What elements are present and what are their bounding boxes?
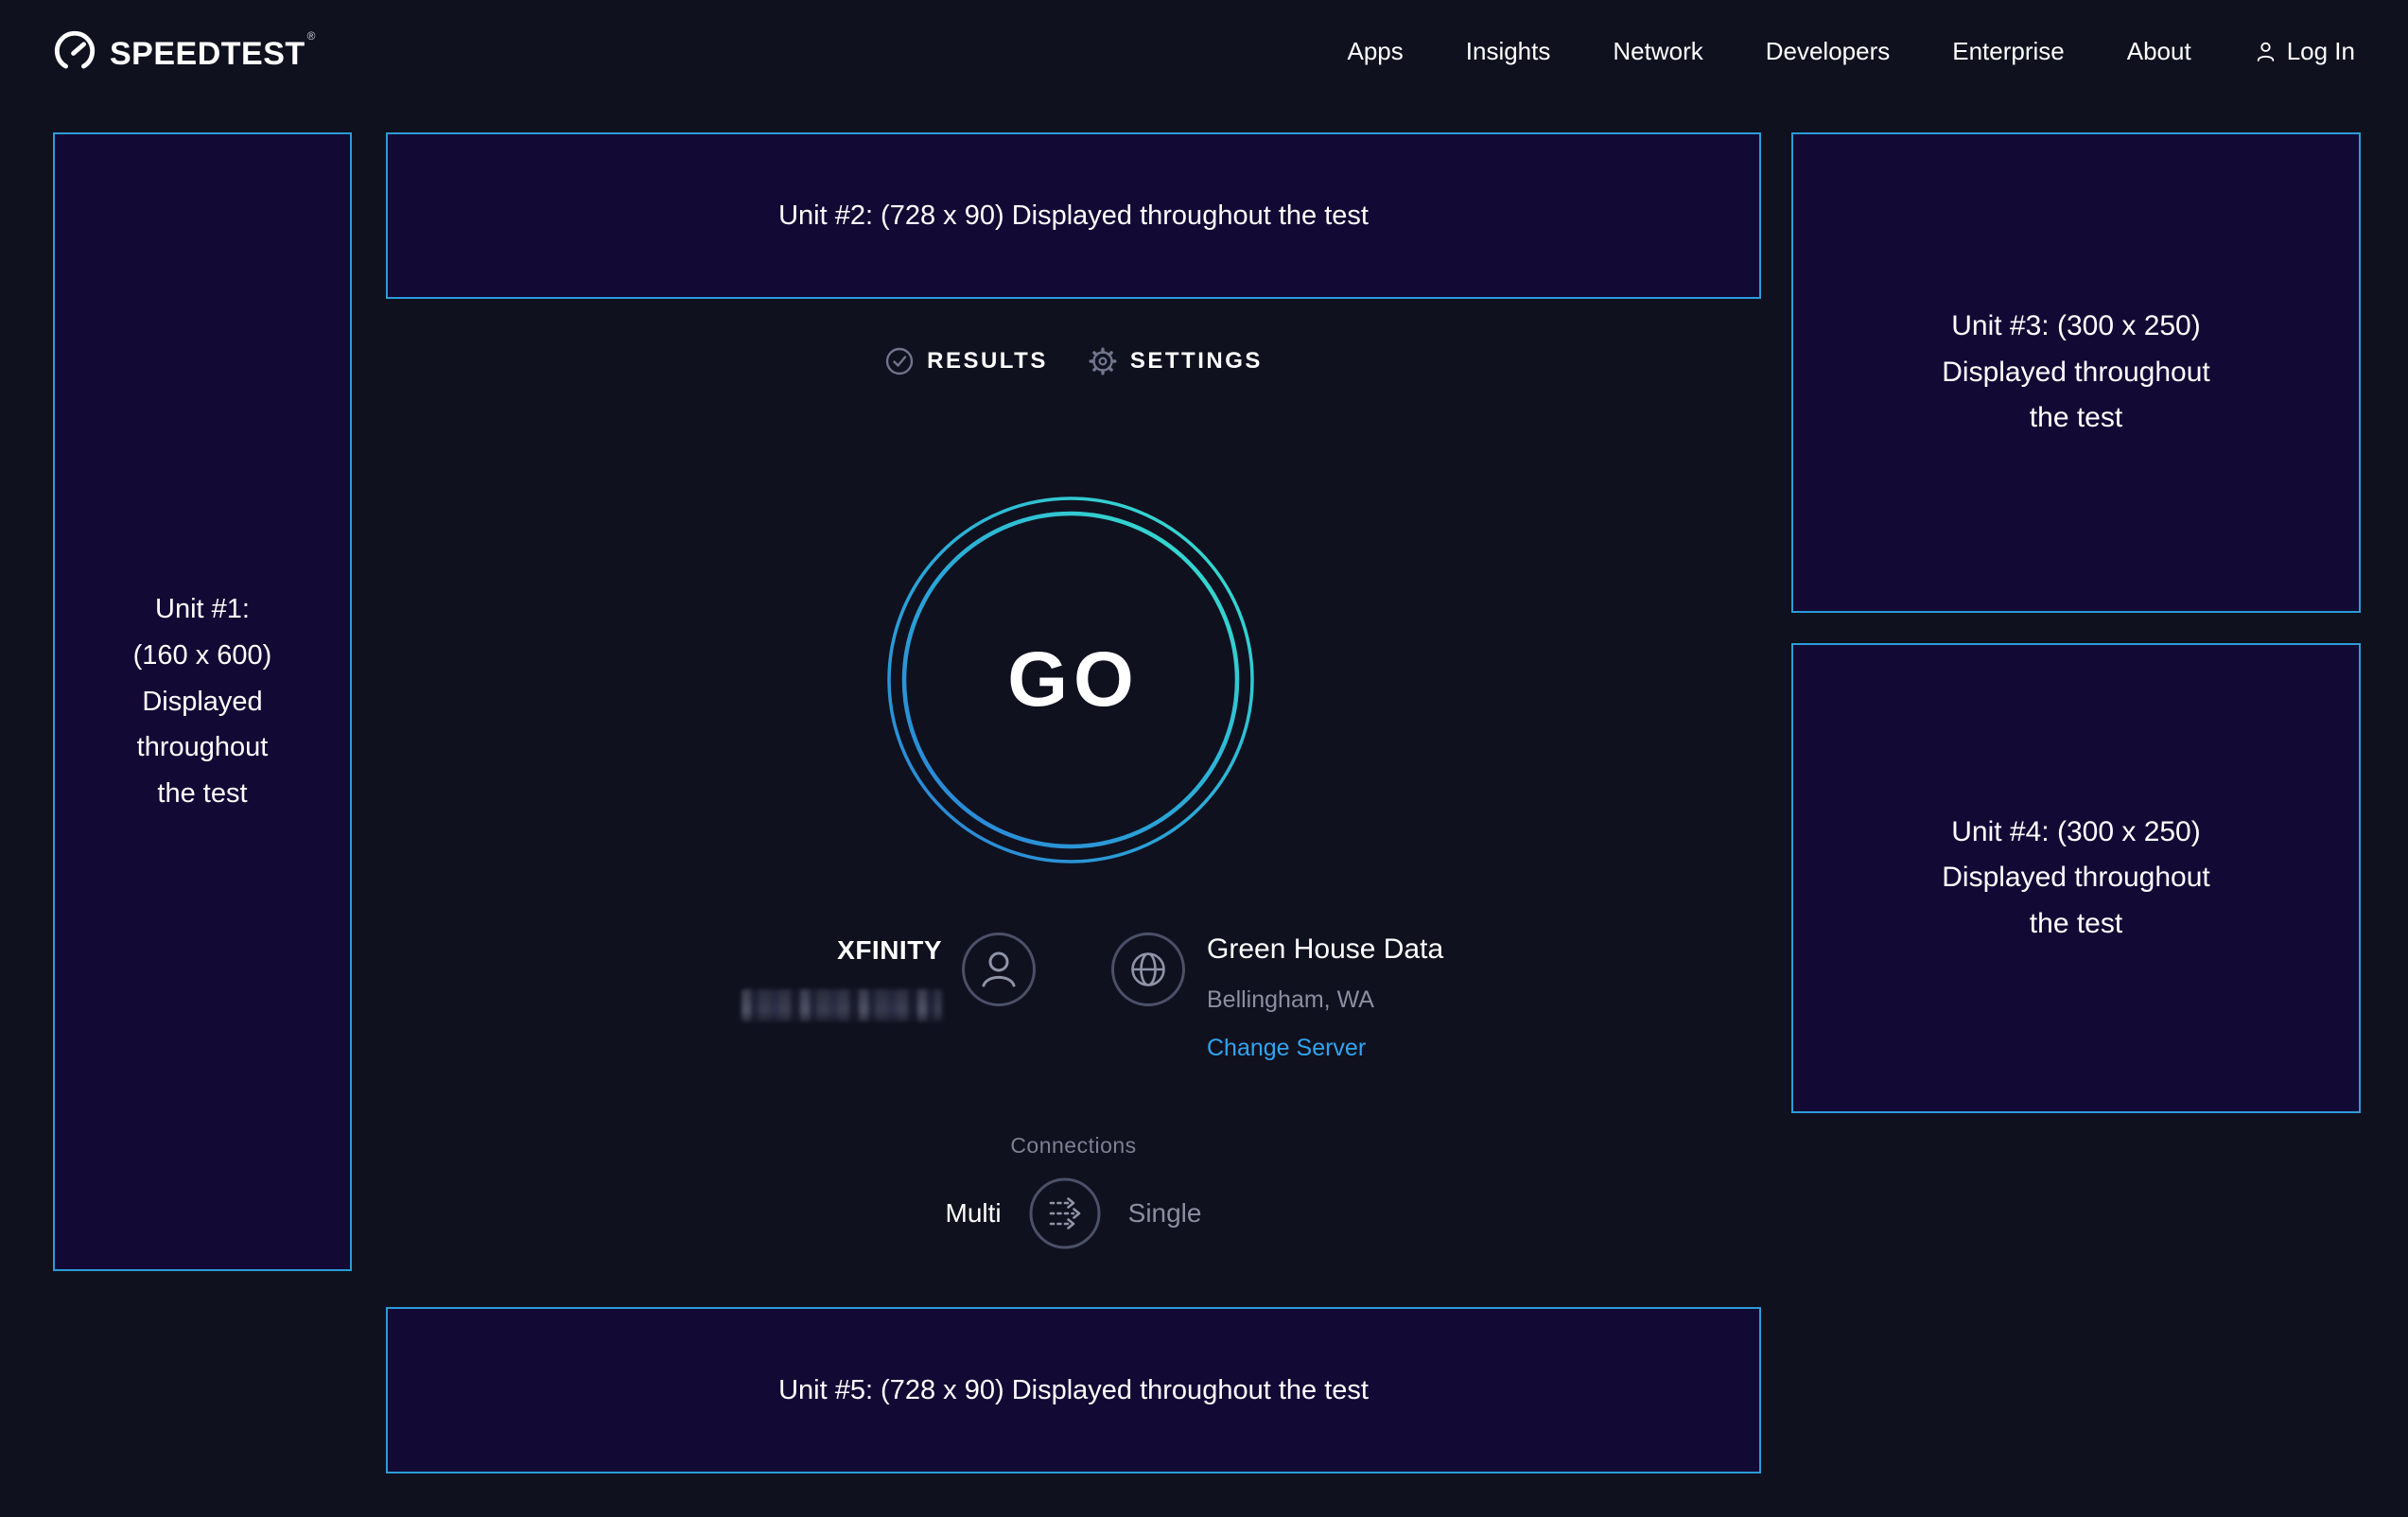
login-label: Log In	[2287, 37, 2355, 66]
server-name: Green House Data	[1207, 933, 1443, 966]
ad-unit-2[interactable]: Unit #2: (728 x 90) Displayed throughout…	[386, 132, 1761, 299]
connections-multi-option[interactable]: Multi	[946, 1198, 1002, 1229]
isp-name: XFINITY	[837, 935, 942, 966]
ad-unit-1-text: Unit #1: (160 x 600) Displayed throughou…	[133, 586, 272, 817]
connection-info-row: XFINITY Green Hous	[386, 922, 1761, 1062]
ad-unit-4-text: Unit #4: (300 x 250) Displayed throughou…	[1942, 810, 2210, 948]
server-location: Bellingham, WA	[1207, 986, 1374, 1014]
nav-item-developers[interactable]: Developers	[1766, 37, 1891, 66]
isp-block: XFINITY	[386, 922, 1073, 1062]
globe-icon	[1110, 932, 1186, 1062]
nav-item-about[interactable]: About	[2127, 37, 2191, 66]
go-button-label: GO	[1002, 636, 1140, 724]
primary-nav: Apps Insights Network Developers Enterpr…	[1348, 37, 2356, 66]
connections-toggle-icon[interactable]	[1028, 1177, 1102, 1250]
speedtest-page: SPEEDTEST® Apps Insights Network Develop…	[0, 0, 2408, 1517]
connections-toggle-row: Multi Single	[386, 1177, 1761, 1250]
gauge-logo-icon	[53, 29, 96, 73]
isp-avatar-icon	[961, 932, 1037, 1062]
nav-item-network[interactable]: Network	[1613, 37, 1702, 66]
check-circle-icon	[884, 346, 915, 376]
user-icon	[2254, 40, 2277, 63]
speedtest-logo[interactable]: SPEEDTEST®	[53, 29, 316, 73]
tab-settings[interactable]: SETTINGS	[1088, 346, 1263, 376]
connections-label: Connections	[386, 1133, 1761, 1159]
ad-unit-3-text: Unit #3: (300 x 250) Displayed throughou…	[1942, 304, 2210, 442]
tab-results-label: RESULTS	[927, 348, 1048, 375]
ad-unit-5[interactable]: Unit #5: (728 x 90) Displayed throughout…	[386, 1307, 1761, 1473]
login-button[interactable]: Log In	[2254, 37, 2355, 66]
nav-item-apps[interactable]: Apps	[1348, 37, 1404, 66]
server-block: Green House Data Bellingham, WA Change S…	[1073, 922, 1761, 1062]
go-button[interactable]: GO	[886, 496, 1255, 864]
ad-unit-3[interactable]: Unit #3: (300 x 250) Displayed throughou…	[1791, 132, 2361, 613]
connections-single-option[interactable]: Single	[1128, 1198, 1202, 1229]
trademark-mark: ®	[307, 29, 316, 43]
nav-item-enterprise[interactable]: Enterprise	[1952, 37, 2065, 66]
top-nav-bar: SPEEDTEST® Apps Insights Network Develop…	[0, 0, 2408, 102]
isp-ip-redacted	[742, 989, 942, 1021]
ad-unit-1[interactable]: Unit #1: (160 x 600) Displayed throughou…	[53, 132, 352, 1271]
isp-text: XFINITY	[742, 935, 942, 1062]
change-server-link[interactable]: Change Server	[1207, 1035, 1366, 1062]
ad-unit-4[interactable]: Unit #4: (300 x 250) Displayed throughou…	[1791, 643, 2361, 1113]
tab-settings-label: SETTINGS	[1130, 348, 1263, 375]
view-tabs: RESULTS	[386, 346, 1761, 376]
tab-results[interactable]: RESULTS	[884, 346, 1048, 376]
ad-unit-2-text: Unit #2: (728 x 90) Displayed throughout…	[778, 201, 1369, 232]
gear-icon	[1088, 346, 1118, 376]
nav-item-insights[interactable]: Insights	[1466, 37, 1551, 66]
brand-name: SPEEDTEST®	[110, 29, 316, 73]
server-text: Green House Data Bellingham, WA Change S…	[1207, 933, 1443, 1062]
ad-unit-5-text: Unit #5: (728 x 90) Displayed throughout…	[778, 1375, 1369, 1406]
